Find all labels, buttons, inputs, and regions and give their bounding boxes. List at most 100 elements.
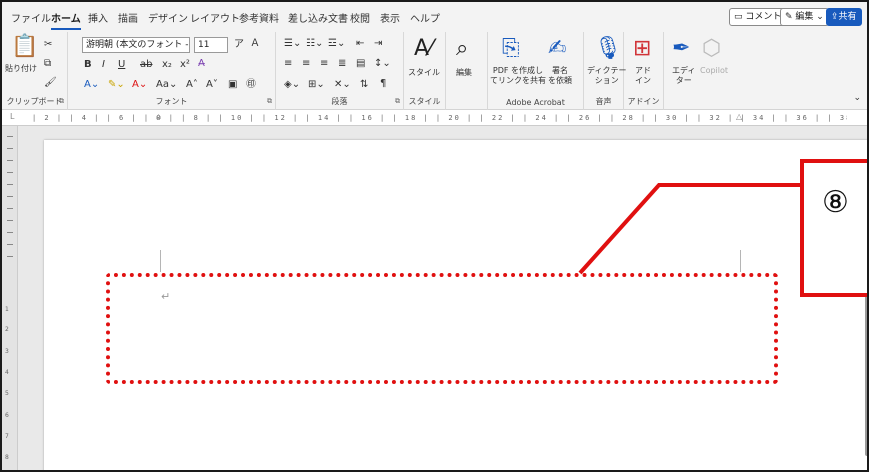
- tab-insert[interactable]: 挿入: [88, 10, 108, 25]
- group-styles: A⁄ スタイル スタイル: [404, 32, 446, 110]
- voice-group-label: 音声: [595, 97, 612, 106]
- decrease-indent-icon[interactable]: ⇤: [356, 39, 364, 49]
- ribbon: 📋 貼り付け ✂ ⧉ 🖌 クリップボード ⧉ 游明朝 (本文のフォント - 日本…: [2, 32, 867, 110]
- styles-group-label: スタイル: [408, 97, 441, 106]
- font-color-icon[interactable]: A⌄: [132, 80, 147, 90]
- shading-icon[interactable]: ◈⌄: [284, 80, 300, 90]
- sort-icon[interactable]: ⇅: [360, 80, 368, 90]
- margin-corner-marker: [740, 250, 741, 272]
- copilot-label[interactable]: Copilot: [700, 66, 728, 76]
- grow-font-icon[interactable]: A˄: [186, 80, 198, 90]
- char-shading-icon[interactable]: ▣: [228, 80, 237, 90]
- borders-icon[interactable]: ⊞⌄: [308, 80, 325, 90]
- group-voice: 🎙 ディクテー ション 音声: [584, 32, 626, 110]
- request-sign-icon[interactable]: ✍: [548, 38, 566, 60]
- align-center-icon[interactable]: ≡: [302, 59, 310, 69]
- enclose-char-icon[interactable]: ㊞: [246, 80, 256, 90]
- superscript-button[interactable]: x²: [180, 60, 190, 70]
- strikethrough-button[interactable]: ab: [140, 60, 152, 70]
- vruler-tick: [7, 184, 13, 185]
- menu-bar: ファイル ホーム 挿入 描画 デザイン レイアウト 参考資料 差し込み文書 校閲…: [2, 2, 867, 32]
- bold-button[interactable]: B: [84, 60, 92, 70]
- editor-icon[interactable]: ✒: [672, 38, 690, 60]
- change-case-icon[interactable]: Aa⌄: [156, 80, 177, 90]
- collapse-ribbon-icon[interactable]: ⌄: [853, 94, 861, 103]
- format-painter-icon[interactable]: 🖌: [44, 78, 57, 88]
- text-effects-icon[interactable]: A⌄: [84, 80, 99, 90]
- paste-label: 貼り付け: [5, 64, 37, 73]
- margin-corner-marker: [160, 250, 161, 272]
- vruler-tick: [7, 148, 13, 149]
- group-font: 游明朝 (本文のフォント - 日本語) 11 ア Ａ B I U ab x₂ x…: [68, 32, 276, 110]
- editor-label[interactable]: エディ ター: [672, 66, 695, 86]
- share-button[interactable]: ⇪共有: [826, 8, 862, 26]
- clear-format-icon[interactable]: A̶: [198, 59, 205, 69]
- styles-icon[interactable]: A⁄: [414, 38, 433, 60]
- multilevel-list-icon[interactable]: ☲⌄: [328, 39, 345, 49]
- create-pdf-label[interactable]: PDF を作成し てリンクを共有: [490, 66, 546, 86]
- vruler-tick: [7, 220, 13, 221]
- dictate-label[interactable]: ディクテー ション: [587, 66, 626, 86]
- tab-home[interactable]: ホーム: [51, 10, 81, 30]
- tab-mailings[interactable]: 差し込み文書: [288, 10, 348, 25]
- asian-layout-icon[interactable]: ✕⌄: [334, 80, 351, 90]
- highlight-icon[interactable]: ✎⌄: [108, 80, 125, 90]
- search-icon[interactable]: ⌕: [456, 38, 468, 60]
- vruler-tick: [7, 256, 13, 257]
- font-launcher-icon[interactable]: ⧉: [267, 97, 272, 106]
- vruler-number: 2: [5, 326, 9, 333]
- right-indent-marker-icon[interactable]: △: [736, 112, 742, 121]
- cut-icon[interactable]: ✂: [44, 40, 52, 50]
- font-size-select[interactable]: 11: [194, 37, 228, 53]
- show-marks-icon[interactable]: ¶: [380, 79, 386, 89]
- justify-icon[interactable]: ≣: [338, 59, 346, 69]
- styles-label: スタイル: [408, 68, 440, 77]
- vruler-number: 1: [5, 306, 9, 313]
- distributed-icon[interactable]: ▤: [356, 59, 365, 69]
- italic-button[interactable]: I: [102, 60, 105, 70]
- vruler-tick: [7, 196, 13, 197]
- shrink-font-icon[interactable]: A˅: [206, 80, 218, 90]
- paragraph-launcher-icon[interactable]: ⧉: [395, 97, 400, 106]
- bullets-icon[interactable]: ☰⌄: [284, 39, 301, 49]
- callout-box: ⑧: [800, 159, 867, 297]
- vertical-ruler: 1 2 3 4 5 6 7 8: [2, 126, 18, 470]
- callout-number: ⑧: [822, 185, 849, 220]
- edit-mode-button[interactable]: ✎ 編集 ⌄: [780, 8, 829, 26]
- align-right-icon[interactable]: ≡: [320, 59, 328, 69]
- underline-button[interactable]: U: [118, 60, 125, 70]
- share-label: 共有: [838, 12, 857, 22]
- numbering-icon[interactable]: ☷⌄: [306, 39, 323, 49]
- addins-label[interactable]: アド イン: [635, 66, 651, 86]
- indent-marker-icon[interactable]: ⌂: [156, 112, 161, 121]
- highlight-dotted-box: [106, 273, 778, 384]
- line-spacing-icon[interactable]: ↕⌄: [374, 59, 391, 69]
- tab-help[interactable]: ヘルプ: [410, 10, 440, 25]
- align-left-icon[interactable]: ≡: [284, 59, 292, 69]
- paste-icon[interactable]: 📋: [11, 36, 38, 58]
- tab-file[interactable]: ファイル: [11, 10, 51, 25]
- increase-indent-icon[interactable]: ⇥: [374, 39, 382, 49]
- addins-icon[interactable]: ⊞: [633, 38, 651, 60]
- clipboard-launcher-icon[interactable]: ⧉: [59, 97, 64, 106]
- request-sign-label[interactable]: 署名 を依頼: [548, 66, 572, 86]
- comment-button[interactable]: ▭ コメント: [729, 8, 787, 26]
- vruler-tick: [7, 244, 13, 245]
- ruby-icon[interactable]: ア: [234, 40, 244, 50]
- microphone-icon[interactable]: 🎙: [594, 38, 622, 60]
- subscript-button[interactable]: x₂: [162, 60, 172, 70]
- tab-selector-icon[interactable]: L: [10, 112, 14, 121]
- vruler-number: 8: [5, 454, 9, 461]
- char-border-icon[interactable]: Ａ: [250, 39, 260, 49]
- create-pdf-icon[interactable]: ⎘: [502, 38, 520, 60]
- horizontal-ruler: L | 2 | | 4 | | 6 | | 8 | | 8 | | 10 | |…: [2, 110, 867, 126]
- font-name-select[interactable]: 游明朝 (本文のフォント - 日本語): [82, 37, 190, 53]
- tab-layout[interactable]: レイアウト: [190, 10, 240, 25]
- copilot-icon[interactable]: ⬡: [702, 38, 721, 60]
- tab-review[interactable]: 校閲: [350, 10, 370, 25]
- tab-design[interactable]: デザイン: [148, 10, 188, 25]
- tab-draw[interactable]: 描画: [118, 10, 138, 25]
- copy-icon[interactable]: ⧉: [44, 59, 51, 69]
- tab-view[interactable]: 表示: [380, 10, 400, 25]
- tab-references[interactable]: 参考資料: [239, 10, 279, 25]
